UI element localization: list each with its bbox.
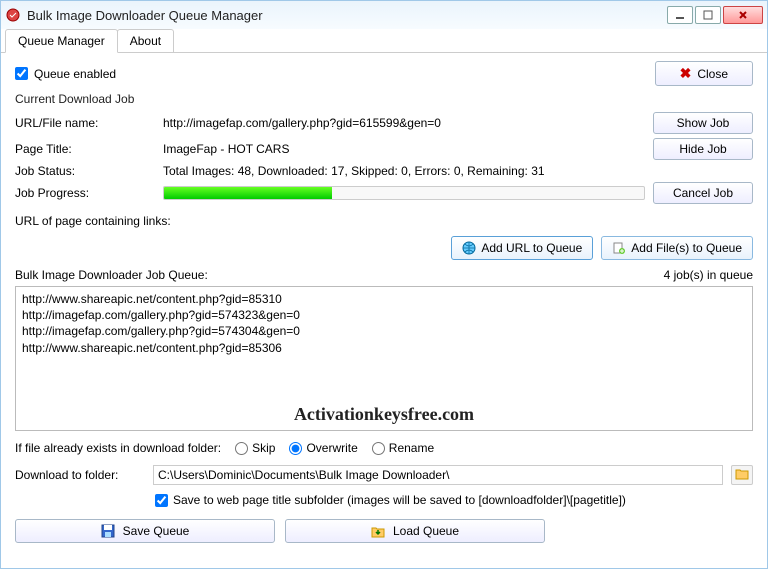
download-to-label: Download to folder: [15,468,145,482]
subfolder-row: Save to web page title subfolder (images… [155,493,753,507]
minimize-button[interactable] [667,6,693,24]
skip-radio[interactable] [235,442,248,455]
queue-label: Bulk Image Downloader Job Queue: [15,268,208,282]
save-queue-button[interactable]: Save Queue [15,519,275,543]
load-queue-button[interactable]: Load Queue [285,519,545,543]
hide-job-button[interactable]: Hide Job [653,138,753,160]
rename-option[interactable]: Rename [372,441,434,455]
cancel-job-button[interactable]: Cancel Job [653,182,753,204]
queue-enabled-label: Queue enabled [34,67,116,81]
add-url-button[interactable]: Add URL to Queue [451,236,593,260]
close-icon: ✖ [680,65,692,82]
url-value: http://imagefap.com/gallery.php?gid=6155… [163,116,645,130]
list-item[interactable]: http://www.shareapic.net/content.php?gid… [22,340,746,356]
window-controls [667,6,763,24]
list-item[interactable]: http://imagefap.com/gallery.php?gid=5743… [22,307,746,323]
add-files-button[interactable]: Add File(s) to Queue [601,236,753,260]
add-buttons-row: Add URL to Queue Add File(s) to Queue [15,236,753,260]
job-progress-label: Job Progress: [15,186,155,200]
queue-count: 4 job(s) in queue [664,268,753,282]
url-input-label: URL of page containing links: [15,214,753,228]
job-progress-bar [163,186,645,200]
overwrite-option[interactable]: Overwrite [289,441,357,455]
job-status-label: Job Status: [15,164,155,178]
tab-about[interactable]: About [117,29,174,52]
load-queue-label: Load Queue [393,524,459,538]
rename-radio[interactable] [372,442,385,455]
add-url-label: Add URL to Queue [481,241,582,255]
overwrite-label: Overwrite [306,441,357,455]
list-item[interactable]: http://www.shareapic.net/content.php?gid… [22,291,746,307]
queue-listbox[interactable]: http://www.shareapic.net/content.php?gid… [15,286,753,431]
file-add-icon [612,241,626,255]
page-title-label: Page Title: [15,142,155,156]
page-title-value: ImageFap - HOT CARS [163,142,645,156]
browse-folder-button[interactable] [731,465,753,485]
file-exists-row: If file already exists in download folde… [15,441,753,455]
skip-label: Skip [252,441,275,455]
close-button-label: Close [697,67,728,81]
subfolder-checkbox[interactable] [155,494,168,507]
content-area: Queue enabled ✖ Close Current Download J… [1,53,767,568]
app-window: Bulk Image Downloader Queue Manager Queu… [0,0,768,569]
save-queue-label: Save Queue [123,524,190,538]
add-files-label: Add File(s) to Queue [631,241,742,255]
queue-header-row: Bulk Image Downloader Job Queue: 4 job(s… [15,268,753,282]
url-label: URL/File name: [15,116,155,130]
download-folder-input[interactable] [153,465,723,485]
window-close-button[interactable] [723,6,763,24]
file-exists-label: If file already exists in download folde… [15,441,221,455]
load-icon [371,524,385,538]
maximize-button[interactable] [695,6,721,24]
app-icon [5,7,21,23]
tab-queue-manager[interactable]: Queue Manager [5,29,118,53]
tab-bar: Queue Manager About [1,29,767,53]
job-status-value: Total Images: 48, Downloaded: 17, Skippe… [163,164,645,178]
save-icon [101,524,115,538]
job-progress-fill [164,187,332,199]
queue-enabled-row: Queue enabled ✖ Close [15,61,753,86]
window-title: Bulk Image Downloader Queue Manager [27,8,667,23]
url-input-section: URL of page containing links: [15,214,753,228]
globe-icon [462,241,476,255]
watermark-text: Activationkeysfree.com [294,402,474,426]
subfolder-label: Save to web page title subfolder (images… [173,493,626,507]
bottom-buttons: Save Queue Load Queue [15,519,753,543]
show-job-button[interactable]: Show Job [653,112,753,134]
skip-option[interactable]: Skip [235,441,275,455]
current-job-header: Current Download Job [15,92,753,106]
rename-label: Rename [389,441,434,455]
titlebar: Bulk Image Downloader Queue Manager [1,1,767,29]
download-folder-row: Download to folder: [15,465,753,485]
queue-enabled-checkbox[interactable] [15,67,28,80]
overwrite-radio[interactable] [289,442,302,455]
job-info-grid: URL/File name: http://imagefap.com/galle… [15,112,753,204]
folder-icon [735,468,749,483]
list-item[interactable]: http://imagefap.com/gallery.php?gid=5743… [22,323,746,339]
close-button[interactable]: ✖ Close [655,61,753,86]
